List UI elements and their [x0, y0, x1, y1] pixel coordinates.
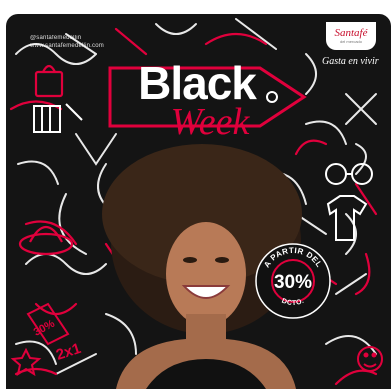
poster: 30% 2x1 @santafemedellin www.santafemede…	[0, 0, 391, 389]
santafe-logo: Santafé del mercado	[326, 22, 376, 50]
website-url: www.santafemedellin.com	[30, 43, 104, 49]
brand-subtitle: del mercado	[339, 39, 362, 44]
brand-name: Santafé	[334, 27, 368, 39]
discount-badge: A PARTIR DEL 30% DCTO.	[255, 243, 331, 319]
instagram-handle: @santafemedellin	[30, 35, 82, 41]
social-handle: @santafemedellin www.santafemedellin.com	[30, 34, 104, 50]
brand-tagline: Gasta en vivir	[322, 56, 379, 67]
title-week: Week	[170, 101, 250, 143]
badge-value: 30%	[274, 272, 312, 293]
title-black: Black	[138, 57, 257, 109]
